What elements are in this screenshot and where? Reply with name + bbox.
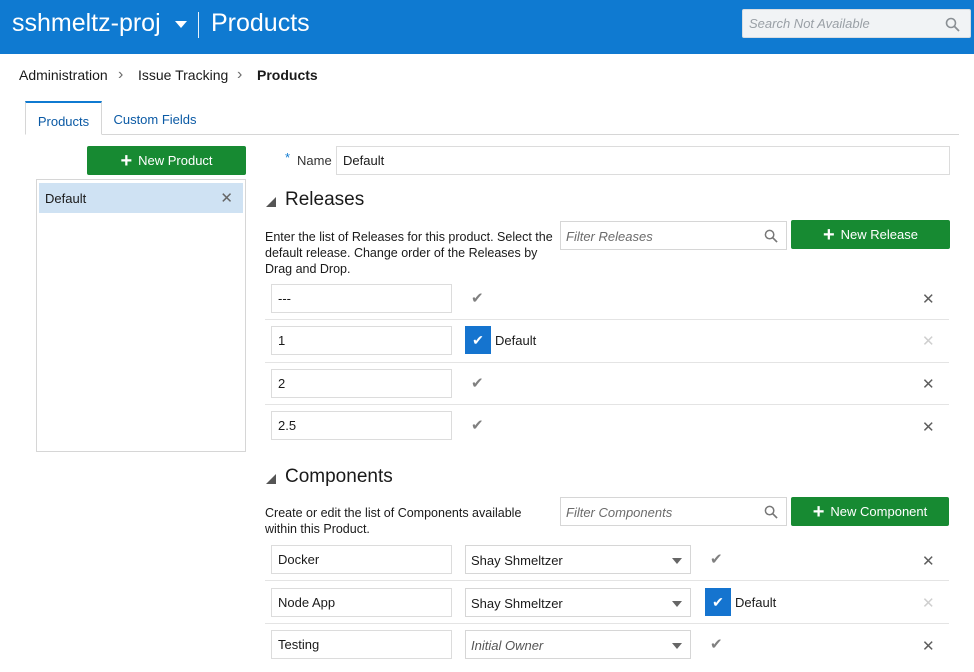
global-search-input[interactable]: Search Not Available: [742, 9, 971, 38]
close-icon[interactable]: ✕: [220, 189, 233, 207]
header-divider: [198, 12, 199, 38]
project-name[interactable]: sshmeltz-proj: [12, 9, 161, 38]
search-icon[interactable]: [945, 17, 960, 32]
check-icon: ✔: [712, 593, 724, 610]
default-label: Default: [735, 595, 777, 610]
chevron-down-icon: [672, 558, 682, 564]
delete-release-icon: ✕: [922, 333, 935, 350]
owner-select-value: Shay Shmeltzer: [471, 553, 563, 568]
breadcrumb-administration[interactable]: Administration: [19, 67, 108, 83]
filter-releases-input[interactable]: Filter Releases: [560, 221, 787, 250]
delete-release-icon[interactable]: ✕: [922, 418, 935, 436]
breadcrumb-products: Products: [257, 67, 318, 83]
search-icon[interactable]: [764, 505, 778, 519]
release-name-field[interactable]: 2.5: [271, 411, 452, 440]
components-title: Components: [285, 466, 393, 487]
filter-releases-placeholder: Filter Releases: [566, 229, 653, 244]
new-component-label: New Component: [830, 504, 928, 519]
release-name-field[interactable]: ---: [271, 284, 452, 313]
plus-icon: +: [120, 149, 133, 172]
name-label: Name: [297, 153, 332, 168]
release-name-field[interactable]: 2: [271, 369, 452, 398]
check-icon[interactable]: ✔: [471, 416, 484, 434]
row-divider: [265, 623, 949, 624]
delete-component-icon[interactable]: ✕: [922, 637, 935, 655]
name-field[interactable]: Default: [336, 146, 950, 175]
plus-icon: +: [812, 500, 825, 523]
breadcrumb-issue-tracking[interactable]: Issue Tracking: [138, 67, 228, 83]
tab-custom-fields[interactable]: Custom Fields: [104, 101, 206, 135]
owner-select[interactable]: Initial Owner: [465, 630, 691, 659]
owner-select[interactable]: Shay Shmeltzer: [465, 545, 691, 574]
row-divider: [265, 362, 949, 363]
new-product-button[interactable]: + New Product: [87, 146, 246, 175]
search-icon[interactable]: [764, 229, 778, 243]
component-name-field[interactable]: Docker: [271, 545, 452, 574]
product-list: Default ✕: [36, 179, 246, 452]
delete-component-icon[interactable]: ✕: [922, 552, 935, 570]
product-list-item[interactable]: Default ✕: [39, 183, 243, 213]
filter-components-placeholder: Filter Components: [566, 505, 673, 520]
new-product-label: New Product: [138, 153, 213, 168]
chevron-down-icon: [672, 601, 682, 607]
owner-select-value: Initial Owner: [471, 638, 544, 653]
delete-component-icon: ✕: [922, 595, 935, 612]
new-release-button[interactable]: + New Release: [791, 220, 950, 249]
components-description: Create or edit the list of Components av…: [265, 506, 522, 536]
check-icon[interactable]: ✔: [471, 289, 484, 307]
chevron-right-icon: ›: [237, 66, 243, 83]
new-component-button[interactable]: + New Component: [791, 497, 949, 526]
component-name-field[interactable]: Node App: [271, 588, 452, 617]
default-checkbox[interactable]: ✔: [705, 588, 731, 616]
tab-products[interactable]: Products: [25, 101, 102, 135]
check-icon[interactable]: ✔: [471, 374, 484, 392]
row-divider: [265, 319, 949, 320]
releases-title: Releases: [285, 189, 365, 210]
row-divider: [265, 404, 949, 405]
release-name-field[interactable]: 1: [271, 326, 452, 355]
owner-select-value: Shay Shmeltzer: [471, 596, 563, 611]
check-icon[interactable]: ✔: [710, 635, 723, 653]
page-title: Products: [211, 9, 310, 37]
required-indicator: *: [285, 150, 291, 165]
chevron-right-icon: ›: [118, 66, 124, 83]
check-icon[interactable]: ✔: [710, 550, 723, 568]
delete-release-icon[interactable]: ✕: [922, 375, 935, 393]
owner-select[interactable]: Shay Shmeltzer: [465, 588, 691, 617]
collapse-triangle-icon[interactable]: [266, 474, 276, 484]
component-name-field[interactable]: Testing: [271, 630, 452, 659]
releases-description: Enter the list of Releases for this prod…: [265, 230, 553, 276]
new-release-label: New Release: [840, 227, 918, 242]
collapse-triangle-icon[interactable]: [266, 197, 276, 207]
check-icon: ✔: [472, 331, 484, 348]
filter-components-input[interactable]: Filter Components: [560, 497, 787, 526]
default-label: Default: [495, 333, 537, 348]
plus-icon: +: [822, 223, 835, 246]
product-item-label: Default: [45, 191, 87, 206]
chevron-down-icon: [672, 643, 682, 649]
project-dropdown-caret-icon[interactable]: [175, 21, 187, 28]
row-divider: [265, 580, 949, 581]
default-checkbox[interactable]: ✔: [465, 326, 491, 354]
delete-release-icon[interactable]: ✕: [922, 290, 935, 308]
top-bar: sshmeltz-proj Products Search Not Availa…: [0, 0, 974, 54]
search-placeholder: Search Not Available: [749, 16, 870, 31]
